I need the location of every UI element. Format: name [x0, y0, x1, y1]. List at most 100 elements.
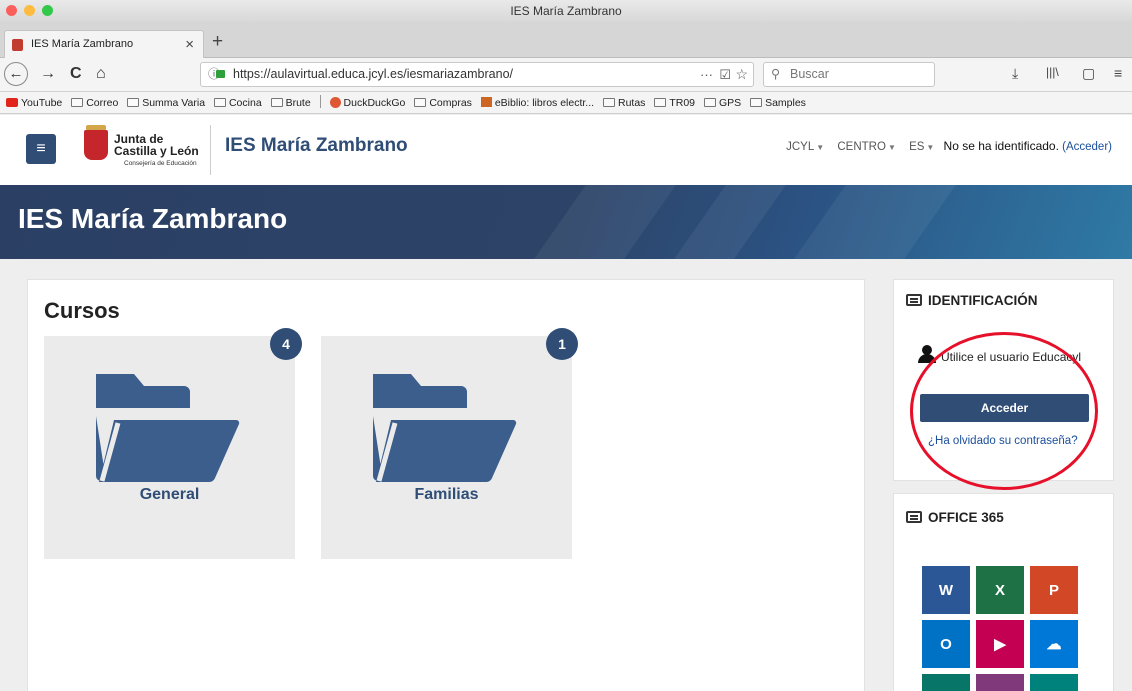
close-window-button[interactable]: [6, 5, 17, 16]
youtube-icon: [6, 98, 18, 107]
search-placeholder[interactable]: Buscar: [790, 67, 829, 81]
minimize-window-button[interactable]: [24, 5, 35, 16]
bookmark-label: Correo: [86, 97, 119, 109]
office-app-tile[interactable]: [1030, 674, 1078, 691]
course-card-general[interactable]: 4 General: [44, 328, 302, 559]
download-icon[interactable]: ⤓: [1012, 65, 1018, 82]
site-favicon-icon: [12, 39, 23, 51]
chevron-down-icon: ▼: [816, 143, 825, 152]
bookmark-summa-varia[interactable]: Summa Varia: [127, 92, 206, 113]
chevron-down-icon: ▼: [887, 143, 896, 152]
menu-language[interactable]: ES: [909, 141, 924, 153]
folder-icon: [71, 98, 84, 107]
folder-icon: [414, 98, 427, 107]
courses-heading: Cursos: [44, 298, 120, 323]
bookmark-label: Summa Varia: [142, 97, 206, 109]
office-app-tile[interactable]: [922, 674, 970, 691]
title-bar: IES María Zambrano: [0, 0, 1132, 22]
menu-jcyl[interactable]: JCYL: [786, 141, 814, 153]
search-bar[interactable]: ⚲ Buscar: [763, 62, 935, 87]
bookmark-duckduckgo[interactable]: DuckDuckGo: [329, 92, 405, 113]
back-button[interactable]: ←: [4, 62, 28, 86]
login-status: No se ha identificado.: [943, 139, 1059, 153]
ebiblio-icon: [480, 97, 492, 107]
office-app-tile[interactable]: [976, 674, 1024, 691]
bookmark-star-icon[interactable]: ☆: [735, 63, 748, 86]
browser-tab[interactable]: IES María Zambrano ×: [4, 30, 204, 58]
bookmark-label: Samples: [765, 97, 806, 109]
folder-open-icon: [373, 362, 517, 483]
tab-close-icon[interactable]: ×: [185, 31, 194, 58]
hamburger-menu-button[interactable]: ≡: [26, 134, 56, 164]
lock-icon: [216, 70, 225, 78]
powerpoint-icon[interactable]: P: [1030, 566, 1078, 614]
library-icon[interactable]: |||\: [1046, 65, 1059, 79]
menu-icon[interactable]: ≡: [1114, 65, 1122, 81]
site-name[interactable]: IES María Zambrano: [225, 135, 408, 157]
bookmark-compras[interactable]: Compras: [414, 92, 472, 113]
menu-centro[interactable]: CENTRO: [837, 141, 886, 153]
course-card-familias[interactable]: 1 Familias: [321, 328, 578, 559]
word-icon[interactable]: W: [922, 566, 970, 614]
duckduckgo-icon: [329, 97, 341, 108]
folder-icon: [703, 98, 716, 107]
page-actions-icon[interactable]: ···: [700, 63, 713, 86]
bookmark-label: GPS: [718, 97, 742, 109]
login-block-header: IDENTIFICACIÓN: [906, 293, 1038, 308]
courses-panel: Cursos 4 General 1 Familias: [27, 279, 865, 691]
forward-button[interactable]: →: [40, 64, 56, 84]
office-block: OFFICE 365 W X P O ▶ ☁: [893, 493, 1114, 691]
bookmark-label: Brute: [285, 97, 311, 109]
folder-icon: [270, 98, 283, 107]
outlook-icon[interactable]: O: [922, 620, 970, 668]
course-title[interactable]: Familias: [321, 486, 572, 504]
jcyl-logo[interactable]: Junta de Castilla y León Consejería de E…: [82, 125, 202, 175]
address-bar[interactable]: ⓘ https://aulavirtual.educa.jcyl.es/iesm…: [200, 62, 754, 87]
bookmark-label: Rutas: [617, 97, 646, 109]
bookmark-label: YouTube: [21, 97, 63, 109]
bookmarks-toolbar: YouTube Correo Summa Varia Cocina Brute …: [0, 92, 1132, 114]
home-button[interactable]: ⌂: [96, 64, 106, 84]
office-apps-grid: W X P O ▶ ☁: [922, 566, 1078, 691]
coat-of-arms-icon: [84, 130, 108, 160]
bookmark-gps[interactable]: GPS: [703, 92, 742, 113]
bookmark-label: eBiblio: libros electr...: [494, 97, 595, 109]
course-title[interactable]: General: [44, 486, 295, 504]
reload-button[interactable]: C: [70, 64, 82, 84]
highlight-circle: [910, 332, 1098, 490]
list-icon: [906, 511, 922, 523]
bookmark-rutas[interactable]: Rutas: [602, 92, 646, 113]
excel-icon[interactable]: X: [976, 566, 1024, 614]
browser-window: IES María Zambrano IES María Zambrano × …: [0, 0, 1132, 691]
folder-icon: [654, 98, 667, 107]
bookmark-label: Compras: [429, 97, 472, 109]
course-count-badge: 4: [270, 328, 302, 360]
bookmark-correo[interactable]: Correo: [71, 92, 119, 113]
folder-open-icon: [96, 362, 240, 483]
folder-icon: [602, 98, 615, 107]
folder-icon: [127, 98, 140, 107]
pocket-icon[interactable]: ☑: [719, 63, 731, 86]
maximize-window-button[interactable]: [42, 5, 53, 16]
bookmark-separator: [319, 95, 321, 108]
window-title: IES María Zambrano: [510, 4, 622, 18]
onedrive-icon[interactable]: ☁: [1030, 620, 1078, 668]
bookmark-label: Cocina: [228, 97, 262, 109]
bookmark-cocina[interactable]: Cocina: [213, 92, 262, 113]
new-tab-button[interactable]: +: [212, 31, 223, 53]
navigation-bar: ← → C ⌂ ⓘ https://aulavirtual.educa.jcyl…: [0, 58, 1132, 92]
tab-strip: IES María Zambrano × +: [0, 22, 1132, 58]
bookmark-ebiblio[interactable]: eBiblio: libros electr...: [480, 92, 595, 113]
tab-label: IES María Zambrano: [31, 38, 134, 50]
banner-stripe: [674, 185, 786, 259]
search-icon: ⚲: [771, 67, 781, 81]
bookmark-brute[interactable]: Brute: [270, 92, 311, 113]
login-link[interactable]: (Acceder): [1062, 141, 1112, 153]
stream-icon[interactable]: ▶: [976, 620, 1024, 668]
bookmark-samples[interactable]: Samples: [750, 92, 806, 113]
bookmark-youtube[interactable]: YouTube: [6, 92, 63, 113]
bookmark-tr09[interactable]: TR09: [654, 92, 695, 113]
sidebar-icon[interactable]: ▢: [1082, 65, 1095, 82]
logo-line3: Consejería de Educación: [124, 160, 197, 167]
url-text[interactable]: https://aulavirtual.educa.jcyl.es/iesmar…: [227, 67, 513, 81]
